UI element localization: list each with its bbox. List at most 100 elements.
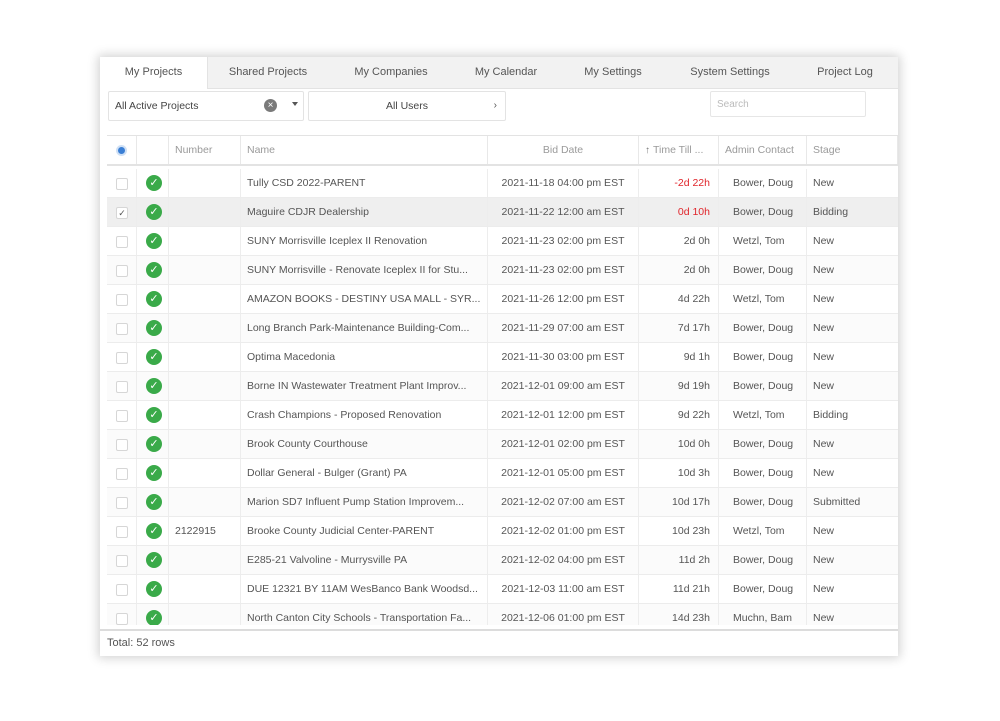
row-checkbox[interactable]	[116, 323, 128, 335]
row-name[interactable]: Borne IN Wastewater Treatment Plant Impr…	[241, 372, 488, 400]
caret-down-icon[interactable]	[292, 102, 298, 106]
tab-my-projects[interactable]: My Projects	[100, 57, 208, 89]
search-input[interactable]	[710, 91, 866, 117]
clear-icon[interactable]: ×	[264, 99, 277, 112]
row-time-till: 14d 23h	[639, 604, 719, 625]
row-checkbox[interactable]	[116, 584, 128, 596]
row-status-cell: ✓	[137, 372, 169, 400]
tab-my-calendar[interactable]: My Calendar	[456, 57, 556, 88]
header-bid-date[interactable]: Bid Date	[488, 136, 639, 164]
row-name[interactable]: AMAZON BOOKS - DESTINY USA MALL - SYR...	[241, 285, 488, 313]
row-name[interactable]: Brook County Courthouse	[241, 430, 488, 458]
row-select-cell[interactable]	[107, 169, 137, 197]
row-number	[169, 227, 241, 255]
table-row[interactable]: ✓ SUNY Morrisville Iceplex II Renovation 2…	[107, 227, 898, 256]
row-select-cell[interactable]	[107, 285, 137, 313]
table-row[interactable]: ✓ Brook County Courthouse 2021-12-01 02:00…	[107, 430, 898, 459]
row-name[interactable]: North Canton City Schools - Transportati…	[241, 604, 488, 625]
row-checkbox[interactable]	[116, 468, 128, 480]
row-select-cell[interactable]	[107, 256, 137, 284]
table-row[interactable]: ✓ North Canton City Schools - Transportat…	[107, 604, 898, 625]
row-status-cell: ✓	[137, 546, 169, 574]
row-checkbox[interactable]	[116, 555, 128, 567]
tab-project-log[interactable]: Project Log	[800, 57, 890, 88]
row-name[interactable]: SUNY Morrisville - Renovate Iceplex II f…	[241, 256, 488, 284]
check-circle-icon: ✓	[146, 320, 162, 336]
row-select-cell[interactable]	[107, 604, 137, 625]
row-select-cell[interactable]	[107, 401, 137, 429]
select-all-radio[interactable]	[107, 136, 137, 164]
row-checkbox[interactable]: ✓	[116, 207, 128, 219]
table-row[interactable]: ✓ AMAZON BOOKS - DESTINY USA MALL - SYR..…	[107, 285, 898, 314]
table-row[interactable]: ✓ Tully CSD 2022-PARENT 2021-11-18 04:00 p…	[107, 169, 898, 198]
row-name[interactable]: SUNY Morrisville Iceplex II Renovation	[241, 227, 488, 255]
table-row[interactable]: ✓ Dollar General - Bulger (Grant) PA 2021-…	[107, 459, 898, 488]
row-name[interactable]: Brooke County Judicial Center-PARENT	[241, 517, 488, 545]
row-name[interactable]: Marion SD7 Influent Pump Station Improve…	[241, 488, 488, 516]
header-number[interactable]: Number	[169, 136, 241, 164]
row-number	[169, 372, 241, 400]
row-status-cell: ✓	[137, 517, 169, 545]
row-select-cell[interactable]	[107, 575, 137, 603]
row-stage: Bidding	[813, 409, 849, 421]
row-select-cell[interactable]	[107, 314, 137, 342]
row-checkbox[interactable]	[116, 294, 128, 306]
tab-my-settings[interactable]: My Settings	[568, 57, 658, 88]
row-name[interactable]: DUE 12321 BY 11AM WesBanco Bank Woodsd..…	[241, 575, 488, 603]
row-checkbox[interactable]	[116, 381, 128, 393]
row-name[interactable]: E285-21 Valvoline - Murrysville PA	[241, 546, 488, 574]
row-admin-contact: Muchn, Bam	[719, 604, 807, 625]
header-time-till[interactable]: ↑ Time Till ...	[639, 136, 719, 164]
table-row[interactable]: ✓ DUE 12321 BY 11AM WesBanco Bank Woodsd.…	[107, 575, 898, 604]
tab-system-settings[interactable]: System Settings	[672, 57, 788, 88]
row-stage: New	[813, 467, 835, 479]
row-status-cell: ✓	[137, 227, 169, 255]
table-row[interactable]: ✓ Marion SD7 Influent Pump Station Improv…	[107, 488, 898, 517]
header-stage[interactable]: Stage	[807, 136, 898, 164]
row-select-cell[interactable]: ✓	[107, 198, 137, 226]
row-select-cell[interactable]	[107, 372, 137, 400]
table-row[interactable]: ✓ ✓ Maguire CDJR Dealership 2021-11-22 12:0…	[107, 198, 898, 227]
check-circle-icon: ✓	[146, 233, 162, 249]
row-select-cell[interactable]	[107, 488, 137, 516]
row-name[interactable]: Dollar General - Bulger (Grant) PA	[241, 459, 488, 487]
row-select-cell[interactable]	[107, 517, 137, 545]
table-row[interactable]: ✓ E285-21 Valvoline - Murrysville PA 2021-…	[107, 546, 898, 575]
tab-my-companies[interactable]: My Companies	[338, 57, 444, 88]
row-checkbox[interactable]	[116, 410, 128, 422]
check-circle-icon: ✓	[146, 407, 162, 423]
row-select-cell[interactable]	[107, 430, 137, 458]
header-name[interactable]: Name	[241, 136, 488, 164]
row-name[interactable]: Optima Macedonia	[241, 343, 488, 371]
table-row[interactable]: ✓ Long Branch Park-Maintenance Building-C…	[107, 314, 898, 343]
row-select-cell[interactable]	[107, 343, 137, 371]
table-row[interactable]: ✓ Optima Macedonia 2021-11-30 03:00 pm EST…	[107, 343, 898, 372]
row-select-cell[interactable]	[107, 546, 137, 574]
header-admin-contact[interactable]: Admin Contact	[719, 136, 807, 164]
table-row[interactable]: ✓ SUNY Morrisville - Renovate Iceplex II …	[107, 256, 898, 285]
table-row[interactable]: ✓ Borne IN Wastewater Treatment Plant Imp…	[107, 372, 898, 401]
row-time-till: 10d 0h	[639, 430, 719, 458]
users-filter-select[interactable]: All Users ›	[308, 91, 506, 121]
row-name[interactable]: Tully CSD 2022-PARENT	[241, 169, 488, 197]
row-checkbox[interactable]	[116, 352, 128, 364]
project-filter-select[interactable]: All Active Projects ×	[108, 91, 304, 121]
row-checkbox[interactable]	[116, 497, 128, 509]
row-time-till: 10d 17h	[639, 488, 719, 516]
row-checkbox[interactable]	[116, 439, 128, 451]
row-checkbox[interactable]	[116, 526, 128, 538]
row-checkbox[interactable]	[116, 613, 128, 625]
row-name[interactable]: Maguire CDJR Dealership	[241, 198, 488, 226]
row-bid-date: 2021-11-23 02:00 pm EST	[488, 256, 639, 284]
tab-shared-projects[interactable]: Shared Projects	[212, 57, 324, 88]
row-checkbox[interactable]	[116, 178, 128, 190]
table-row[interactable]: ✓ 2122915 Brooke County Judicial Center-PA…	[107, 517, 898, 546]
row-checkbox[interactable]	[116, 236, 128, 248]
table-row[interactable]: ✓ Crash Champions - Proposed Renovation 20…	[107, 401, 898, 430]
row-checkbox[interactable]	[116, 265, 128, 277]
row-name[interactable]: Crash Champions - Proposed Renovation	[241, 401, 488, 429]
row-select-cell[interactable]	[107, 459, 137, 487]
header-status	[137, 136, 169, 164]
row-select-cell[interactable]	[107, 227, 137, 255]
row-name[interactable]: Long Branch Park-Maintenance Building-Co…	[241, 314, 488, 342]
